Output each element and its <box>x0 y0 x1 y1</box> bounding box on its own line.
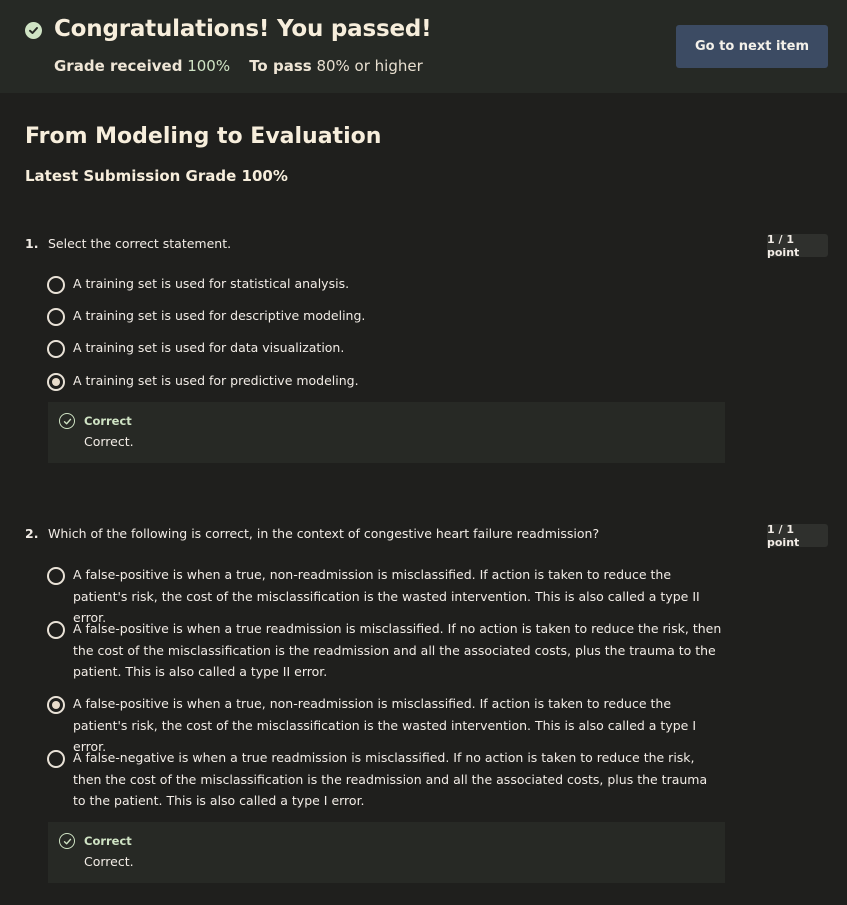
to-pass-value: 80% or higher <box>316 57 423 75</box>
points-badge: 1 / 1 point <box>767 523 828 549</box>
feedback-box: Correct Correct. <box>48 822 725 883</box>
radio-button[interactable] <box>47 750 65 768</box>
grade-received-label: Grade received <box>54 57 183 75</box>
grade-summary: Grade received 100% To pass 80% or highe… <box>54 57 423 75</box>
pass-banner: Congratulations! You passed! Grade recei… <box>0 0 847 93</box>
answer-option-text: A training set is used for data visualiz… <box>73 340 345 355</box>
answer-option-text: A false-negative is when a true readmiss… <box>73 750 708 808</box>
check-circle-icon <box>25 22 42 39</box>
page-title: From Modeling to Evaluation <box>25 124 382 149</box>
feedback-box: Correct Correct. <box>48 402 725 463</box>
feedback-label: Correct <box>84 414 132 428</box>
check-circle-icon <box>59 413 75 429</box>
answer-option-text: A training set is used for descriptive m… <box>73 308 366 323</box>
to-pass-label: To pass <box>249 57 312 75</box>
radio-button[interactable] <box>47 567 65 585</box>
feedback-text: Correct. <box>84 434 134 449</box>
question-text: Select the correct statement. <box>48 236 232 251</box>
radio-button[interactable] <box>47 308 65 326</box>
feedback-text: Correct. <box>84 854 134 869</box>
grade-received-value: 100% <box>187 57 231 75</box>
answer-option-text: A training set is used for statistical a… <box>73 276 350 291</box>
points-badge: 1 / 1 point <box>767 233 828 259</box>
radio-button[interactable] <box>47 621 65 639</box>
answer-option-text: A false-positive is when a true readmiss… <box>73 621 722 679</box>
pass-title: Congratulations! You passed! <box>54 16 432 42</box>
radio-button-selected[interactable] <box>47 373 65 391</box>
check-circle-icon <box>59 833 75 849</box>
question-text: Which of the following is correct, in th… <box>48 526 600 541</box>
answer-option-text: A training set is used for predictive mo… <box>73 373 359 388</box>
question-number: 1. <box>25 236 39 251</box>
go-to-next-item-button[interactable]: Go to next item <box>676 25 828 68</box>
latest-submission-grade: Latest Submission Grade 100% <box>25 167 288 185</box>
radio-button[interactable] <box>47 340 65 358</box>
question-number: 2. <box>25 526 39 541</box>
radio-button[interactable] <box>47 276 65 294</box>
radio-button-selected[interactable] <box>47 696 65 714</box>
feedback-label: Correct <box>84 834 132 848</box>
